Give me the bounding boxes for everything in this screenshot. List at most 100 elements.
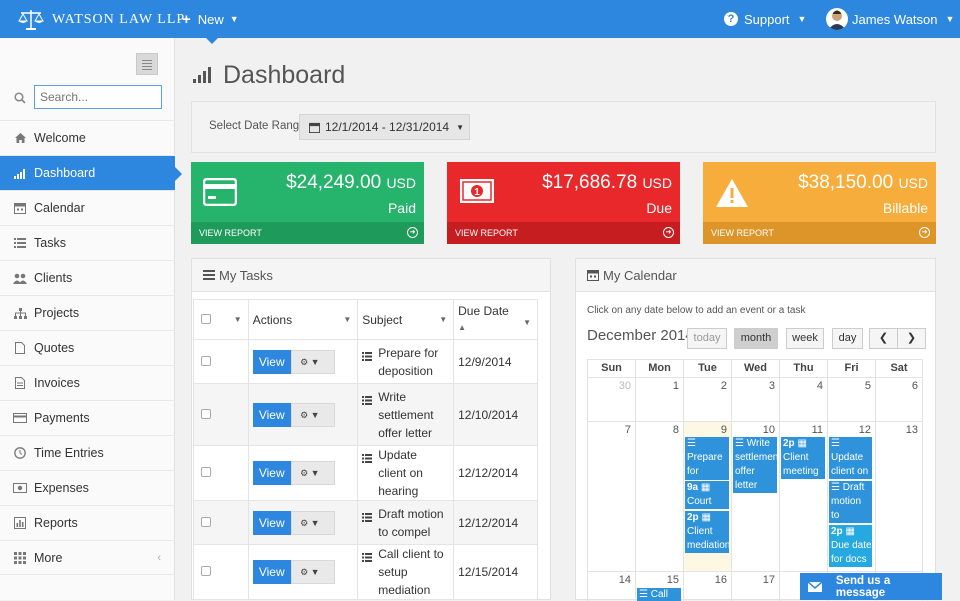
calendar-day[interactable]: 17 [731,571,779,601]
view-report-link[interactable]: VIEW REPORT ➜ [703,222,936,244]
stat-card-paid: $24,249.00 USD Paid VIEW REPORT ➜ [191,162,424,244]
gear-menu-button[interactable]: ⚙ ▼ [291,461,336,485]
calendar-day[interactable]: 30 [587,377,635,421]
select-all-checkbox[interactable] [201,313,211,324]
view-report-link[interactable]: VIEW REPORT ➜ [447,222,680,244]
calendar-event[interactable]: 2p ▦ Due date for docs [829,525,872,567]
date-range-bar: Select Date Range: 12/1/2014 - 12/31/201… [191,101,936,153]
send-message-widget[interactable]: Send us a message [800,573,942,600]
panel-title: My Tasks [219,267,273,283]
sidebar-item-dashboard[interactable]: Dashboard [0,155,182,190]
sidebar-item-calendar[interactable]: Calendar [0,190,175,225]
sidebar-item-tasks[interactable]: Tasks [0,225,175,260]
due-date-column-header[interactable]: Due Date ▲ ▼ [453,299,538,340]
sidebar-item-label: Invoices [34,376,80,390]
grid-icon [13,551,27,565]
view-button[interactable]: View [252,510,291,535]
calendar-event[interactable]: 2p ▦ Client mediation [685,511,729,553]
gear-menu-button[interactable]: ⚙ ▼ [291,402,336,427]
row-checkbox[interactable] [201,566,211,576]
row-checkbox[interactable] [201,408,211,419]
month-view-button[interactable]: month [734,328,778,349]
calendar-day[interactable]: 4 [779,377,827,421]
sidebar-item-more[interactable]: More ‹ [0,540,175,575]
user-menu[interactable]: James Watson ▼ [826,0,954,38]
sidebar-item-projects[interactable]: Projects [0,295,175,330]
gear-menu-button[interactable]: ⚙ ▼ [291,510,336,535]
day-view-button[interactable]: day [832,328,863,349]
row-checkbox[interactable] [201,516,211,527]
prev-month-button[interactable]: ❮ [869,328,898,349]
task-subject[interactable]: Draft motion to compel [378,505,447,541]
date-range-picker[interactable]: 12/1/2014 - 12/31/2014 ▼ [299,114,470,140]
view-button[interactable]: View [252,461,291,485]
sidebar-item-label: Calendar [34,201,85,215]
view-button[interactable]: View [252,349,291,374]
user-name: James Watson [852,11,938,27]
weekday-header: Sat [875,359,923,377]
stat-amount: $24,249.00 USD [286,172,416,193]
table-row: View ⚙ ▼ Update client on hearing 12/12/… [193,445,538,501]
task-subject[interactable]: Update client on hearing [378,446,447,500]
row-checkbox[interactable] [201,355,211,366]
task-subject[interactable]: Prepare for deposition [378,344,447,380]
calendar-event[interactable]: 9a ▦ Court [685,481,729,509]
chevron-down-icon: ▼ [233,315,242,324]
gear-menu-button[interactable]: ⚙ ▼ [291,560,336,584]
calendar-day[interactable]: 2 [683,377,731,421]
subject-column-header[interactable]: Subject ▼ [357,299,455,340]
calendar-icon [309,122,320,133]
actions-column-header[interactable]: Actions ▼ [247,299,359,340]
calendar-day[interactable]: 8 [635,421,683,571]
chevron-down-icon: ▼ [229,14,239,24]
calendar-day[interactable]: 1 [635,377,683,421]
next-month-button[interactable]: ❯ [897,328,926,349]
task-subject[interactable]: Call client to setup mediation [378,545,447,599]
credit-card-icon [13,411,27,425]
avatar [826,8,848,30]
home-icon [13,131,27,145]
sidebar-item-welcome[interactable]: Welcome [0,120,175,155]
sidebar-item-payments[interactable]: Payments [0,400,175,435]
week-view-button[interactable]: week [786,328,824,349]
calendar-icon: ▦ [701,512,711,523]
brand[interactable]: WATSON LAW LLP [18,5,185,35]
weekday-header: Wed [731,359,779,377]
calendar-day[interactable]: 16 [683,571,731,601]
search-input[interactable] [34,85,162,109]
select-all-column[interactable]: ▼ [193,299,249,340]
today-button[interactable]: today [687,328,727,349]
sidebar-item-label: Time Entries [34,446,104,460]
scales-of-justice-icon [18,10,44,30]
view-button[interactable]: View [252,402,291,427]
calendar-event[interactable]: ☰ Call [637,588,681,601]
calendar-event[interactable]: ☰ Draft motion to compel [829,481,872,523]
view-report-link[interactable]: VIEW REPORT ➜ [191,222,424,244]
sidebar-item-clients[interactable]: Clients [0,260,175,295]
calendar-day[interactable]: 6 [875,377,923,421]
calendar-event[interactable]: ☰ Update client on [829,437,872,479]
signal-bars-icon [193,67,213,83]
sidebar-item-expenses[interactable]: Expenses [0,470,175,505]
sidebar-item-quotes[interactable]: Quotes [0,330,175,365]
view-button[interactable]: View [252,560,291,584]
calendar-day[interactable]: 13 [875,421,923,571]
calendar-event[interactable]: ☰ Write settlement offer letter [733,437,777,493]
row-checkbox[interactable] [201,467,211,477]
gear-menu-button[interactable]: ⚙ ▼ [291,349,336,374]
calendar-day[interactable]: 7 [587,421,635,571]
calendar-icon: ▦ [797,438,807,449]
support-menu[interactable]: ? Support ▼ [724,0,806,38]
calendar-event[interactable]: 2p ▦ Client meeting [781,437,825,479]
calendar-event[interactable]: ☰ Prepare for [685,437,729,480]
sidebar-item-invoices[interactable]: Invoices [0,365,175,400]
calendar-day[interactable]: 5 [827,377,875,421]
sidebar-item-time-entries[interactable]: Time Entries [0,435,175,470]
calendar-day[interactable]: 3 [731,377,779,421]
panel-header: My Tasks [192,259,550,292]
new-button[interactable]: + New ▼ [182,0,239,38]
calendar-day[interactable]: 14 [587,571,635,601]
sidebar-item-reports[interactable]: Reports [0,505,175,540]
task-subject[interactable]: Write settlement offer letter [378,388,447,442]
sidebar-toggle-button[interactable] [136,53,158,75]
